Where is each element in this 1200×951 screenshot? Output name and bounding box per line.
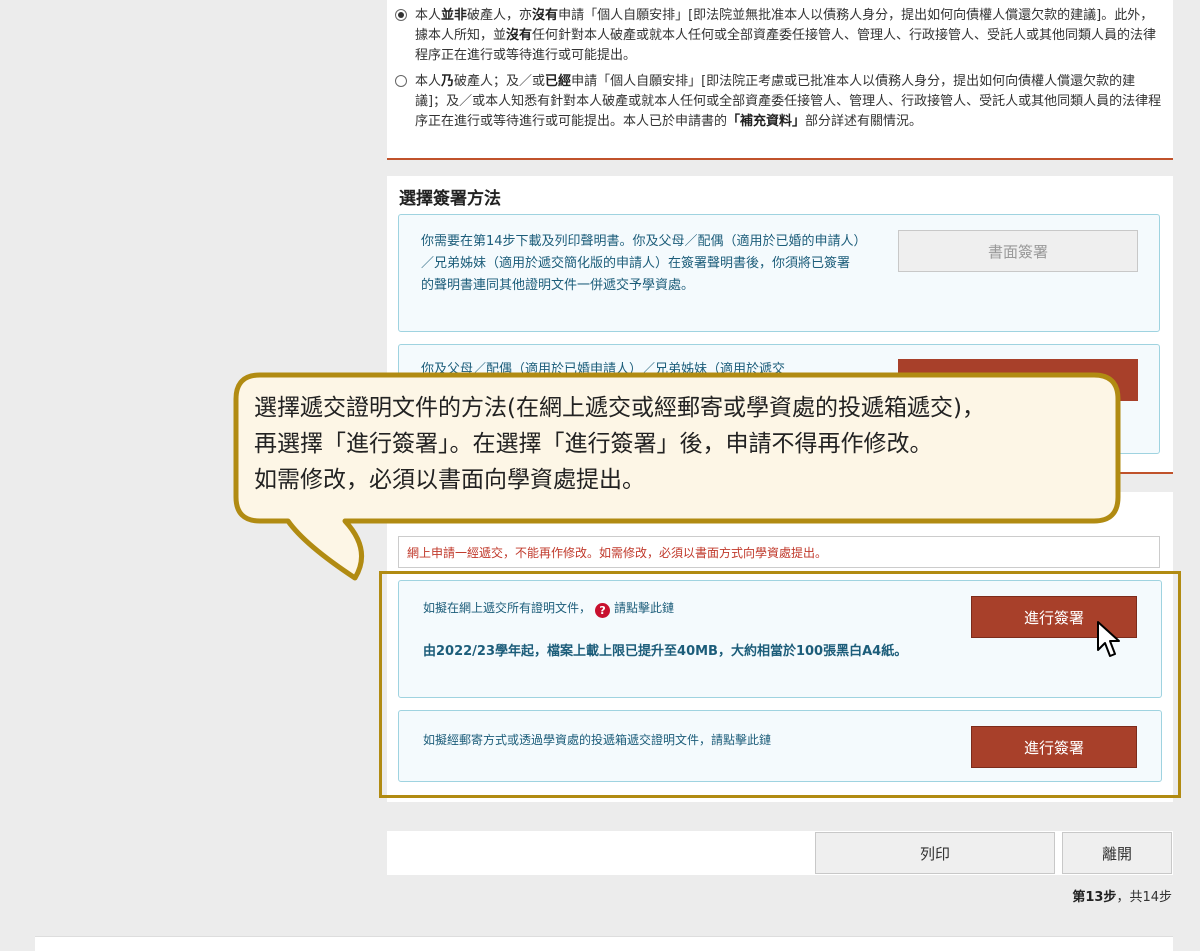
print-button[interactable]: 列印 (815, 832, 1055, 874)
exit-button[interactable]: 離開 (1062, 832, 1172, 874)
radio-bankrupt[interactable] (395, 75, 407, 87)
signing-method-title: 選擇簽署方法 (399, 189, 501, 209)
online-signing-text: 你及父母／配偶（適用於已婚申請人）／兄弟姊妹（適用於遞交 (421, 362, 786, 377)
warning-box: 網上申請一經遞交，不能再作修改。如需修改，必須以書面方式向學資處提出。 (398, 536, 1160, 568)
paper-signing-option: 你需要在第14步下載及列印聲明書。你及父母／配偶（適用於已婚的申請人）／兄弟姊妹… (398, 214, 1160, 332)
step-indicator: 第13步，共14步 (1072, 890, 1172, 905)
paper-signing-text: 你需要在第14步下載及列印聲明書。你及父母／配偶（適用於已婚的申請人）／兄弟姊妹… (421, 234, 861, 293)
bottom-action-bar (387, 831, 1173, 875)
page-footer (35, 936, 1173, 951)
mouse-cursor-icon (1097, 621, 1120, 657)
declaration-panel: 本人並非破產人，亦沒有申請「個人自願安排」[即法院並無批准本人以債務人身分，提出… (387, 0, 1173, 160)
callout-text: 選擇遞交證明文件的方法(在網上遞交或經郵寄或學資處的投遞箱遞交)， 再選擇「進行… (254, 395, 985, 493)
paper-signing-button[interactable]: 書面簽署 (898, 230, 1138, 272)
warning-text: 網上申請一經遞交，不能再作修改。如需修改，必須以書面方式向學資處提出。 (407, 546, 828, 560)
radio-not-bankrupt[interactable] (395, 9, 407, 21)
highlight-frame (379, 571, 1181, 798)
